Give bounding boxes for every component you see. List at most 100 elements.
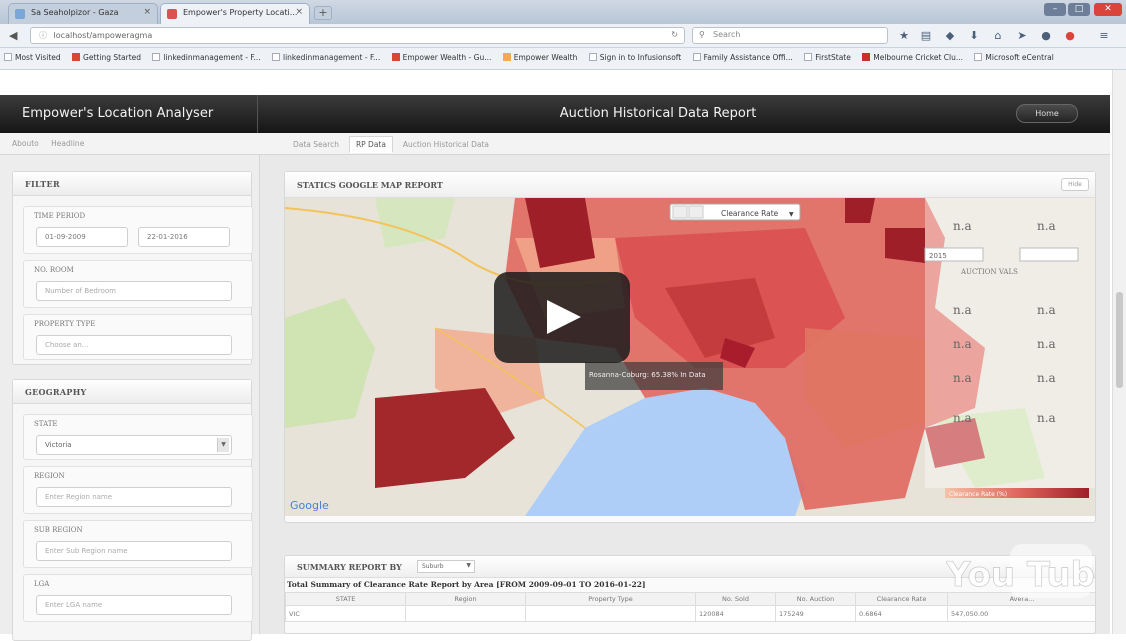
video-play-button[interactable] (494, 272, 630, 363)
column-header[interactable]: Clearance Rate (855, 592, 948, 606)
bookmark-item[interactable]: Getting Started (72, 53, 141, 62)
date-from-input[interactable]: 01-09-2009 (36, 227, 128, 247)
zoom-in-button[interactable] (672, 205, 688, 219)
state-select[interactable]: Victoria ▼ (36, 435, 232, 455)
geography-panel-title: GEOGRAPHY (13, 380, 251, 404)
stat-value: n.a (1037, 337, 1056, 351)
home-icon[interactable]: ⌂ (990, 28, 1006, 44)
chevron-down-icon: ▼ (466, 562, 471, 569)
summary-group-select[interactable]: Suburb ▼ (417, 560, 475, 573)
region-label: REGION (34, 472, 65, 480)
browser-tab-strip: Sa Seaholpizor - Gaza × Empower's Proper… (0, 0, 1126, 24)
report-tabs: Data Search RP Data Auction Historical D… (286, 136, 496, 153)
send-icon[interactable]: ➤ (1014, 28, 1030, 44)
url-bar[interactable]: ⓘ localhost/ampoweragma ↻ (30, 27, 685, 44)
column-header[interactable]: No. Sold (695, 592, 776, 606)
bedroom-group: NO. ROOM Number of Bedroom (23, 260, 253, 308)
browser-tab-label: Empower's Property Locati... (183, 8, 298, 17)
auction-label: AUCTION VALS (960, 268, 1018, 276)
tab-auction-historical-data[interactable]: Auction Historical Data (396, 136, 496, 153)
close-icon[interactable]: × (295, 7, 303, 17)
map-panel-title: STATICS GOOGLE MAP REPORT (285, 172, 1095, 198)
stat-value: n.a (1037, 219, 1056, 233)
bookmark-icon (862, 53, 871, 61)
metric-select-value: Clearance Rate (721, 209, 779, 218)
lga-input[interactable]: Enter LGA name (36, 595, 232, 615)
column-header[interactable]: STATE (285, 592, 406, 606)
browser-search-input[interactable]: ⚲ Search (692, 27, 888, 44)
breadcrumb-link[interactable]: Abouto (12, 139, 39, 148)
bedroom-label: NO. ROOM (34, 266, 74, 274)
menu-icon[interactable]: ≡ (1096, 28, 1112, 44)
property-type-input[interactable]: Choose an... (36, 335, 232, 355)
filter-panel-title: FILTER (13, 172, 251, 196)
subregion-label: SUB REGION (34, 526, 83, 534)
bookmark-item[interactable]: Most Visited (4, 53, 61, 62)
reload-icon[interactable]: ↻ (671, 30, 678, 39)
bookmark-icon (152, 53, 161, 61)
bookmark-item[interactable]: Empower Wealth (502, 53, 577, 62)
browser-tab-active[interactable]: Empower's Property Locati... × (160, 3, 310, 24)
region-input[interactable]: Enter Region name (36, 487, 232, 507)
breadcrumb: Abouto Headline (12, 139, 94, 148)
bookmark-item[interactable]: Sign in to Infusionsoft (588, 53, 681, 62)
bookmark-star-icon[interactable]: ★ (896, 28, 912, 44)
close-icon[interactable]: × (143, 7, 151, 17)
column-header[interactable]: No. Auction (775, 592, 856, 606)
bookmark-item[interactable]: Empower Wealth - Gu... (391, 53, 491, 62)
youtube-logo[interactable]: You Tube (946, 540, 1096, 602)
hide-map-button[interactable]: Hide (1061, 178, 1089, 191)
home-button[interactable]: Home (1016, 104, 1078, 123)
date-to-input[interactable]: 22-01-2016 (138, 227, 230, 247)
subregion-input[interactable]: Enter Sub Region name (36, 541, 232, 561)
play-icon (547, 300, 581, 334)
chat-icon[interactable]: ● (1038, 28, 1054, 44)
state-group: STATE Victoria ▼ (23, 414, 253, 460)
sidebar: FILTER TIME PERIOD 01-09-2009 22-01-2016… (0, 155, 260, 641)
back-icon[interactable]: ◀ (9, 29, 17, 42)
scrollbar-thumb[interactable] (1116, 292, 1123, 388)
pocket-icon[interactable]: ◆ (942, 28, 958, 44)
bookmark-item[interactable]: FirstState (804, 53, 851, 62)
stat-value: n.a (953, 411, 972, 425)
summary-group-value: Suburb (422, 563, 444, 570)
bookmark-icon (502, 53, 511, 61)
tab-data-search[interactable]: Data Search (286, 136, 346, 153)
bookmark-item[interactable]: Microsoft eCentral (974, 53, 1054, 62)
window-close-button[interactable]: ✕ (1094, 3, 1122, 16)
bedroom-input[interactable]: Number of Bedroom (36, 281, 232, 301)
app-header: Empower's Location Analyser Auction Hist… (0, 95, 1110, 133)
stat-value: n.a (953, 337, 972, 351)
tab-favicon-icon (15, 9, 25, 19)
minimize-button[interactable]: – (1044, 3, 1066, 16)
year-select-value: 2015 (929, 252, 947, 260)
breadcrumb-link[interactable]: Headline (51, 139, 84, 148)
column-header[interactable]: Region (405, 592, 526, 606)
sub-navigation: Abouto Headline Data Search RP Data Auct… (0, 133, 1110, 155)
table-cell (405, 605, 526, 622)
geography-panel: GEOGRAPHY STATE Victoria ▼ REGION Enter … (12, 379, 253, 641)
browser-tab-inactive[interactable]: Sa Seaholpizor - Gaza × (8, 3, 158, 24)
bookmark-item[interactable]: linkedinmanagement - F... (152, 53, 261, 62)
reading-list-icon[interactable]: ▤ (918, 28, 934, 44)
bookmark-item[interactable]: Melbourne Cricket Clu... (862, 53, 963, 62)
column-header[interactable]: Property Type (525, 592, 696, 606)
table-cell: 0.6864 (855, 605, 948, 622)
maximize-button[interactable]: □ (1068, 3, 1090, 16)
search-placeholder: Search (713, 30, 741, 39)
bookmark-item[interactable]: Family Assistance Offi... (692, 53, 793, 62)
page-scrollbar[interactable] (1112, 70, 1126, 634)
tab-rp-data[interactable]: RP Data (348, 136, 393, 153)
addon-icon[interactable]: ● (1062, 28, 1078, 44)
stat-value: n.a (1037, 411, 1056, 425)
subregion-group: SUB REGION Enter Sub Region name (23, 520, 253, 568)
download-icon[interactable]: ⬇ (966, 28, 982, 44)
year-select-2[interactable] (1019, 247, 1079, 262)
choropleth-map[interactable]: n.a n.a 2015 AUCTION VALS n.a n.a n.a n.… (285, 198, 1095, 516)
map-region-northeast (845, 198, 875, 223)
new-tab-button[interactable]: + (314, 6, 332, 20)
summary-title: SUMMARY REPORT BY (297, 562, 402, 572)
bookmark-item[interactable]: linkedinmanagement - F... (272, 53, 380, 62)
map-legend-label: Clearance Rate (%) (949, 491, 1007, 498)
zoom-out-button[interactable] (688, 205, 704, 219)
